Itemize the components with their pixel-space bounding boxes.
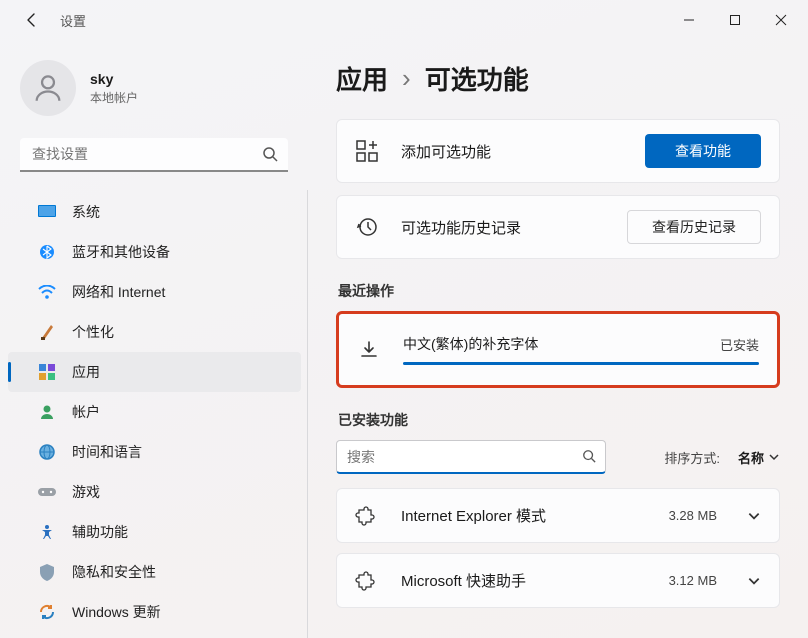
back-button[interactable] [22, 10, 42, 30]
sidebar-item-update[interactable]: Windows 更新 [8, 592, 301, 632]
profile-name: sky [90, 71, 138, 87]
minimize-button[interactable] [666, 5, 712, 35]
sort-dropdown[interactable]: 名称 [738, 448, 780, 467]
main-content: 应用 › 可选功能 添加可选功能 查看功能 可选功能历史记录 查看历史记录 最近… [308, 40, 808, 638]
wifi-icon [38, 283, 56, 301]
sidebar-item-network[interactable]: 网络和 Internet [8, 272, 301, 312]
brush-icon [38, 323, 56, 341]
sidebar-item-bluetooth[interactable]: 蓝牙和其他设备 [8, 232, 301, 272]
installed-section-header: 已安装功能 [338, 410, 780, 430]
sidebar-item-gaming[interactable]: 游戏 [8, 472, 301, 512]
feature-name: Internet Explorer 模式 [401, 505, 647, 526]
sidebar-item-label: 隐私和安全性 [72, 562, 156, 582]
recent-item-status: 已安装 [720, 335, 759, 354]
update-icon [38, 603, 56, 621]
display-icon [38, 203, 56, 221]
breadcrumb: 应用 › 可选功能 [336, 60, 780, 97]
apps-icon [38, 363, 56, 381]
sort-label: 排序方式: [664, 448, 720, 467]
sidebar-item-label: 游戏 [72, 482, 100, 502]
shield-icon [38, 563, 56, 581]
sidebar-item-apps[interactable]: 应用 [8, 352, 301, 392]
sidebar-item-accounts[interactable]: 帐户 [8, 392, 301, 432]
sidebar-item-label: 个性化 [72, 322, 114, 342]
chevron-down-icon[interactable] [747, 509, 761, 523]
breadcrumb-parent[interactable]: 应用 [336, 60, 388, 97]
history-card: 可选功能历史记录 查看历史记录 [336, 195, 780, 259]
search-icon [262, 146, 278, 162]
feature-search-input[interactable] [336, 440, 606, 474]
person-icon [38, 403, 56, 421]
page-title: 可选功能 [425, 60, 529, 97]
view-features-button[interactable]: 查看功能 [645, 134, 761, 168]
sidebar-item-label: 应用 [72, 362, 100, 382]
recent-item-card[interactable]: 中文(繁体)的补充字体 已安装 [336, 311, 780, 388]
feature-row[interactable]: Internet Explorer 模式 3.28 MB [336, 488, 780, 543]
nav-list: 系统 蓝牙和其他设备 网络和 Internet 个性化 应用 [0, 190, 308, 638]
sidebar-item-privacy[interactable]: 隐私和安全性 [8, 552, 301, 592]
sidebar-item-personalization[interactable]: 个性化 [8, 312, 301, 352]
search-input[interactable] [20, 138, 288, 172]
feature-size: 3.28 MB [669, 508, 717, 523]
gamepad-icon [38, 483, 56, 501]
bluetooth-icon [38, 243, 56, 261]
maximize-button[interactable] [712, 5, 758, 35]
chevron-down-icon[interactable] [747, 574, 761, 588]
add-feature-label: 添加可选功能 [401, 141, 623, 162]
sidebar-item-label: 蓝牙和其他设备 [72, 242, 170, 262]
sidebar-item-label: 帐户 [72, 402, 100, 422]
avatar [20, 60, 76, 116]
add-tile-icon [355, 140, 379, 162]
sidebar: sky 本地帐户 系统 蓝牙和其他设备 [0, 40, 308, 638]
recent-item-name: 中文(繁体)的补充字体 [403, 334, 538, 354]
feature-name: Microsoft 快速助手 [401, 570, 647, 591]
sidebar-item-time[interactable]: 时间和语言 [8, 432, 301, 472]
sidebar-item-accessibility[interactable]: 辅助功能 [8, 512, 301, 552]
add-feature-card: 添加可选功能 查看功能 [336, 119, 780, 183]
puzzle-icon [355, 571, 379, 591]
app-title: 设置 [60, 11, 86, 30]
titlebar: 设置 [0, 0, 808, 40]
sidebar-item-label: 辅助功能 [72, 522, 128, 542]
history-icon [355, 216, 379, 238]
close-button[interactable] [758, 5, 804, 35]
history-label: 可选功能历史记录 [401, 217, 605, 238]
chevron-right-icon: › [402, 63, 411, 94]
globe-icon [38, 443, 56, 461]
search-icon [582, 449, 596, 463]
progress-bar [403, 362, 759, 365]
recent-section-header: 最近操作 [338, 281, 780, 301]
feature-row[interactable]: Microsoft 快速助手 3.12 MB [336, 553, 780, 608]
sidebar-searchbox[interactable] [20, 138, 288, 172]
sidebar-item-system[interactable]: 系统 [8, 192, 301, 232]
feature-size: 3.12 MB [669, 573, 717, 588]
accessibility-icon [38, 523, 56, 541]
view-history-button[interactable]: 查看历史记录 [627, 210, 761, 244]
sidebar-item-label: 系统 [72, 202, 100, 222]
profile-type: 本地帐户 [90, 89, 138, 106]
puzzle-icon [355, 506, 379, 526]
sidebar-item-label: 网络和 Internet [72, 282, 165, 302]
chevron-down-icon [768, 451, 780, 463]
download-icon [357, 340, 381, 360]
sidebar-item-label: Windows 更新 [72, 602, 161, 622]
feature-searchbox[interactable] [336, 440, 606, 474]
sidebar-item-label: 时间和语言 [72, 442, 142, 462]
profile[interactable]: sky 本地帐户 [0, 54, 308, 134]
